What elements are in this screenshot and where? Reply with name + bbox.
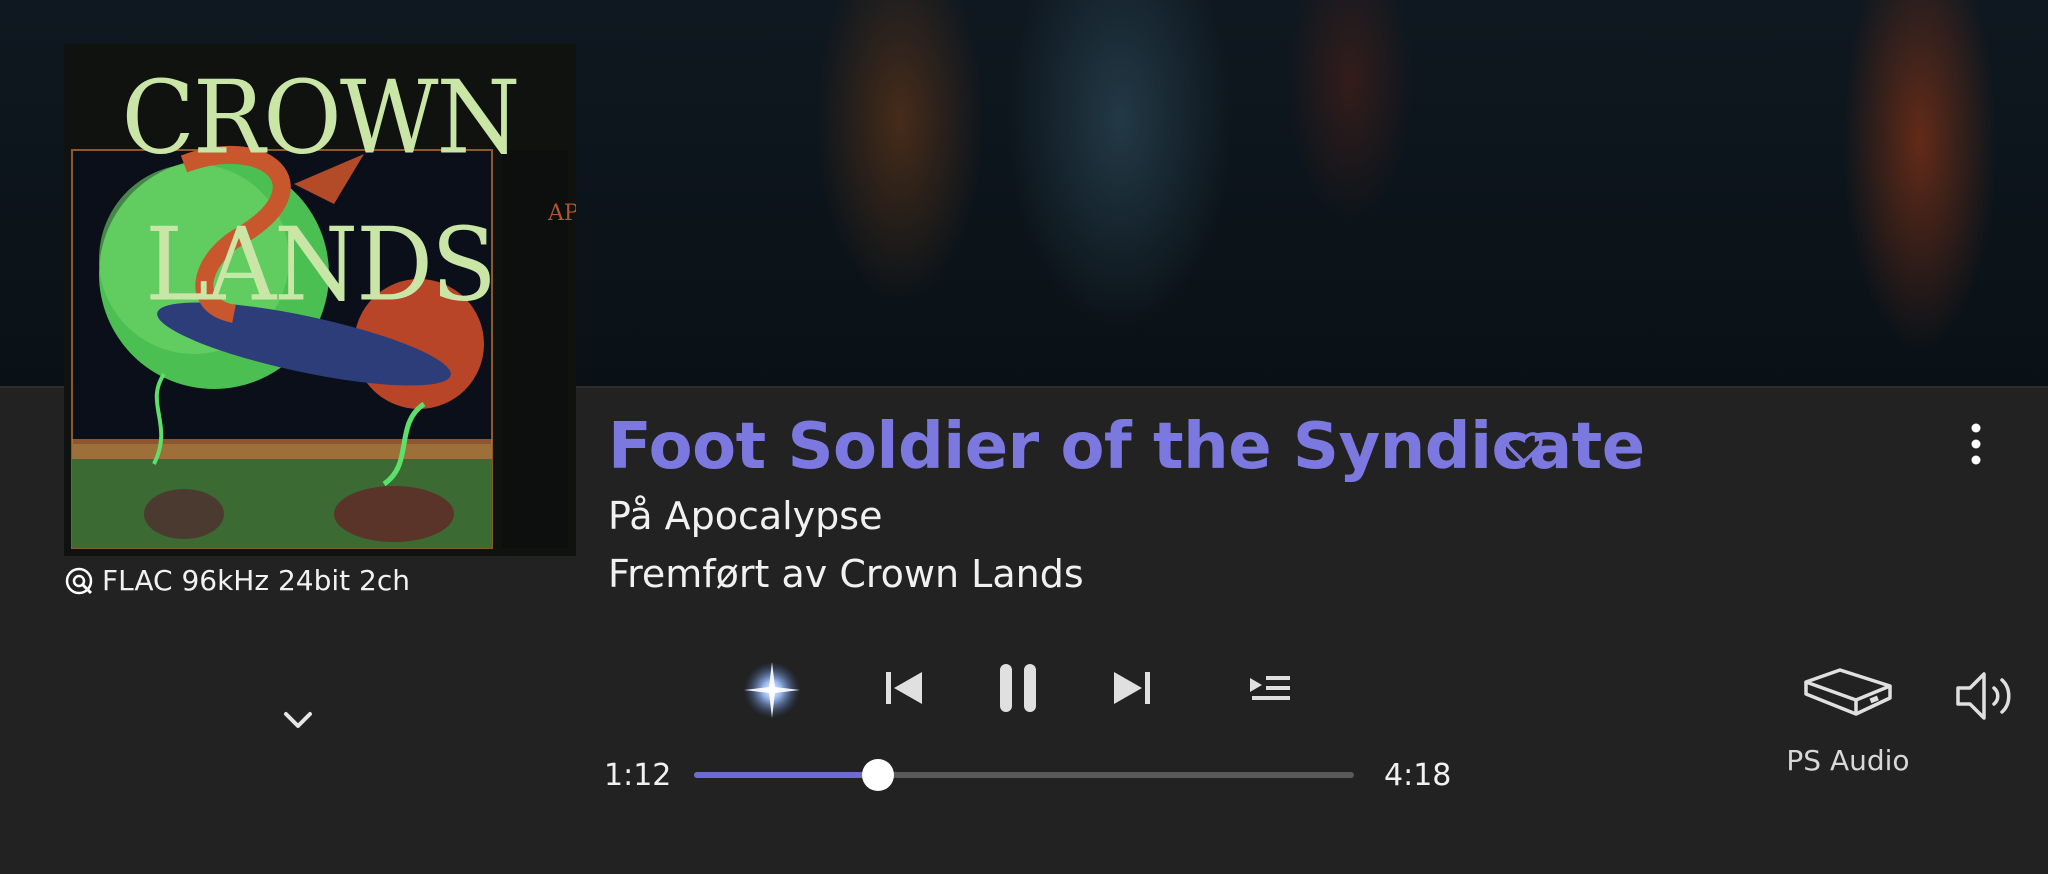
autoplay-sparkle-icon[interactable] xyxy=(740,658,804,722)
heart-icon[interactable] xyxy=(1504,428,1544,468)
more-options-icon[interactable] xyxy=(1956,420,1996,468)
album-cover[interactable]: CROWN LANDS APOCALYPSE xyxy=(64,44,576,556)
quality-icon xyxy=(65,567,93,594)
total-time: 4:18 xyxy=(1384,758,1452,793)
progress-slider[interactable] xyxy=(694,759,1354,791)
device-icon[interactable] xyxy=(1800,664,1896,724)
volume-icon[interactable] xyxy=(1954,668,2018,724)
audio-quality: FLAC 96kHz 24bit 2ch xyxy=(64,564,410,597)
cover-side-text: APOCALYPSE xyxy=(548,201,576,226)
output-device-label[interactable]: PS Audio xyxy=(1760,744,1936,777)
track-title[interactable]: Foot Soldier of the Syndicate xyxy=(608,410,1645,484)
next-icon[interactable] xyxy=(1110,668,1154,708)
queue-icon[interactable] xyxy=(1248,672,1292,704)
pause-icon[interactable] xyxy=(994,660,1042,716)
previous-icon[interactable] xyxy=(882,668,926,708)
artist-link[interactable]: Fremført av Crown Lands xyxy=(608,552,1084,596)
current-time: 1:12 xyxy=(604,758,672,793)
audio-quality-label: FLAC 96kHz 24bit 2ch xyxy=(102,564,410,597)
cover-title-text: CROWN LANDS xyxy=(121,59,520,324)
collapse-chevron-icon[interactable] xyxy=(280,704,316,734)
album-link[interactable]: På Apocalypse xyxy=(608,494,882,538)
progress-handle[interactable] xyxy=(862,759,895,791)
progress-fill xyxy=(694,772,879,778)
